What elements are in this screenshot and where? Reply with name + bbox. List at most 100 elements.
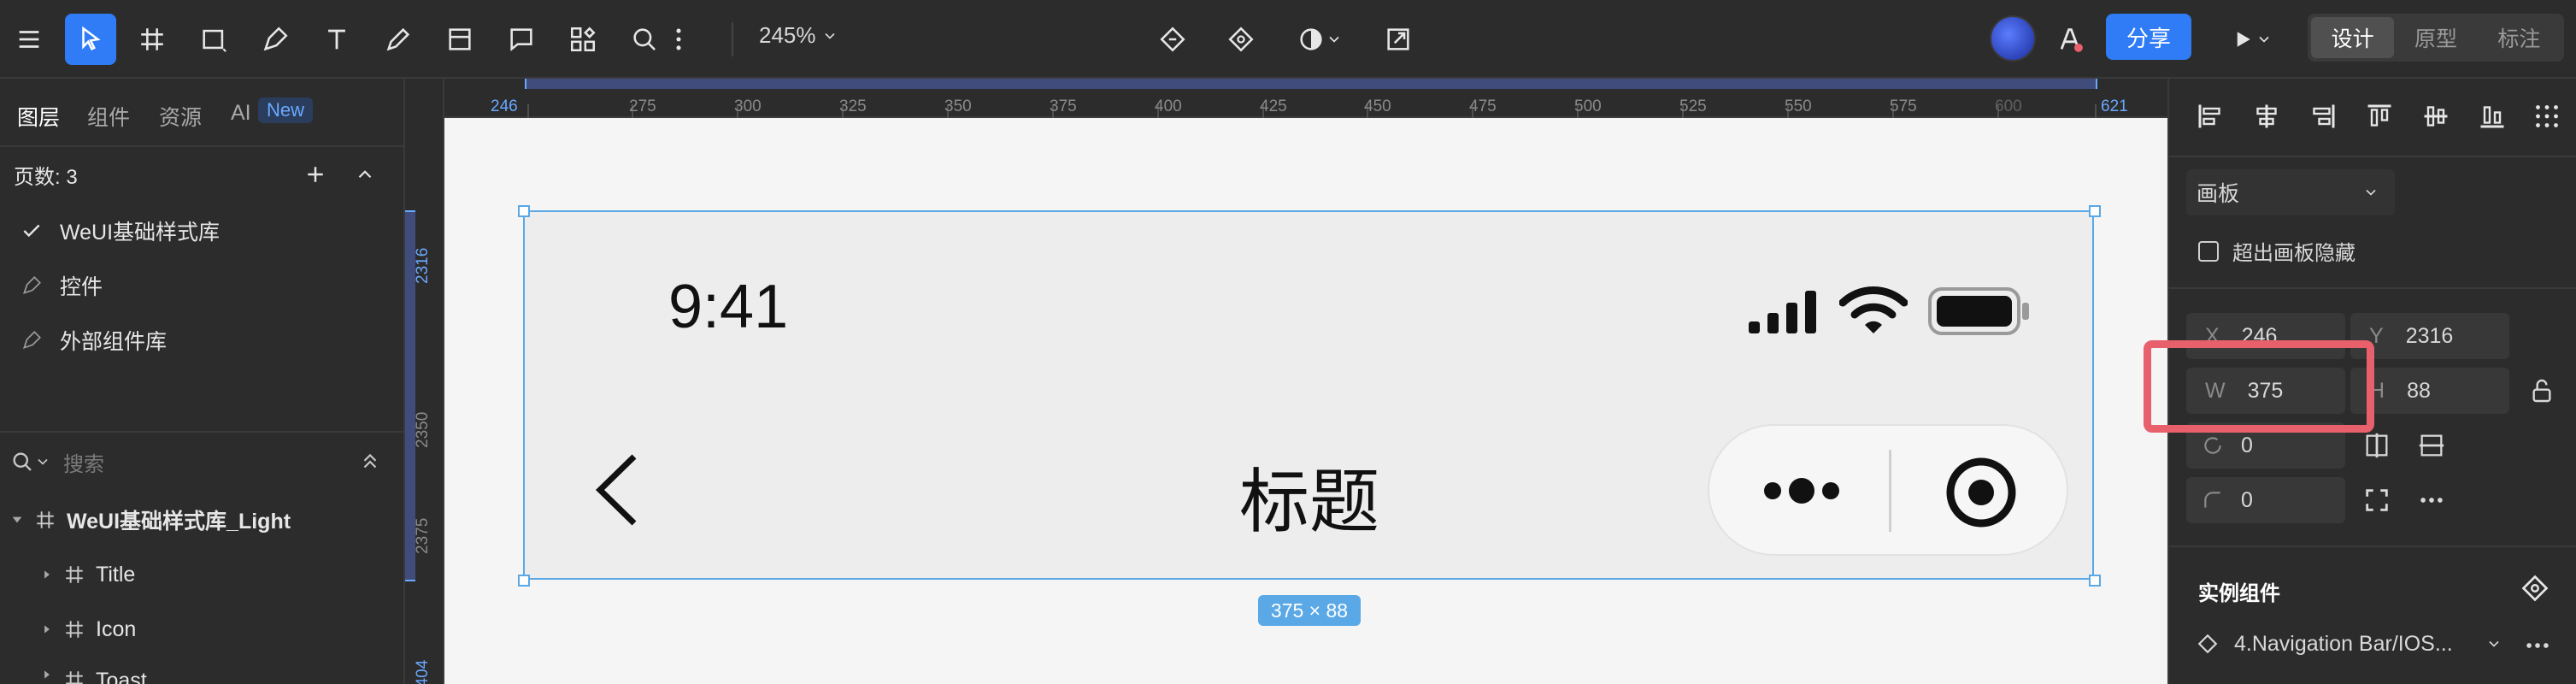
present-dropdown[interactable] [2217,14,2285,65]
align-center-vertical-icon[interactable] [2420,101,2451,132]
tab-ai[interactable]: AI [231,101,251,126]
instance-select[interactable]: 4.Navigation Bar/IOS... [2186,621,2511,667]
frame-tool-icon[interactable] [126,14,178,65]
page-item-label: WeUI基础样式库 [60,221,221,245]
ruler-label: 2316 [414,247,432,284]
move-tool-button[interactable] [65,14,116,65]
add-page-icon[interactable] [303,162,328,187]
page-item-external[interactable]: 外部组件库 [0,315,405,366]
resize-handle[interactable] [2089,575,2101,587]
tab-assets[interactable]: 资源 [159,101,202,132]
align-center-horizontal-icon[interactable] [2251,101,2282,132]
expand-arrow-icon[interactable] [10,513,24,527]
battery-icon [1928,287,2029,335]
resize-handle[interactable] [518,205,530,217]
layer-search-bar[interactable]: 搜索 [0,436,405,487]
ruler-label: 275 [629,97,656,115]
back-arrow-icon [595,454,637,526]
check-icon [23,224,40,238]
share-button[interactable]: 分享 [2106,14,2191,60]
text-tool-icon[interactable] [311,14,362,65]
design-canvas[interactable]: 9:41 标题 375 × 88 [444,118,2167,684]
divider [2169,545,2576,547]
lock-icon[interactable] [2528,376,2555,405]
collapse-all-icon[interactable] [359,451,381,473]
flip-vertical-icon[interactable] [2417,431,2446,460]
independent-corners-icon[interactable] [2362,486,2391,515]
more-icon[interactable] [663,14,694,65]
toolbar-divider [732,22,733,56]
clip-content-checkbox[interactable]: 超出画板隐藏 [2198,236,2355,266]
corner-radius-field[interactable]: 0 [2186,477,2345,523]
frame-type-select[interactable]: 画板 [2186,169,2395,215]
divider [0,431,405,433]
resize-handle[interactable] [518,575,530,587]
component-icon[interactable] [1215,14,1267,65]
signal-icon [1749,291,1816,333]
avatar[interactable] [1990,15,2036,62]
frame-icon [66,566,83,583]
navigation-bar-frame[interactable]: 9:41 标题 [523,210,2094,580]
ruler-label: 600 [1995,97,2022,115]
page-item-weui[interactable]: WeUI基础样式库 [0,205,405,256]
menu-icon[interactable] [3,14,55,65]
layer-label: WeUI基础样式库_Light [67,510,291,534]
layer-label: Toast [96,669,147,684]
collapsed-arrow-icon[interactable] [41,623,53,635]
chevron-down-icon [38,458,48,465]
align-bottom-icon[interactable] [2477,101,2508,132]
pen-tool-icon[interactable] [250,14,301,65]
frame-icon [66,621,83,638]
component-link-icon[interactable] [1147,14,1198,65]
mode-switch: 设计 原型 标注 [2308,14,2564,62]
distribute-icon[interactable] [2532,101,2562,132]
align-top-icon[interactable] [2364,101,2395,132]
tab-design[interactable]: 设计 [2311,17,2395,58]
checkbox-box[interactable] [2198,240,2219,262]
mask-dropdown[interactable] [1285,14,1354,65]
search-icon [13,452,32,471]
divider [0,145,405,147]
wifi-icon [1839,286,1908,333]
more-options-icon[interactable] [2417,486,2446,515]
top-toolbar: 245% 分享 设计 原型 标注 [0,0,2576,79]
tab-annotate[interactable]: 标注 [2478,17,2561,58]
frame-type-value: 画板 [2197,182,2240,206]
ruler-label: 300 [734,97,762,115]
tab-components[interactable]: 组件 [87,101,130,132]
instance-title: 实例组件 [2198,582,2280,605]
ruler-label: 246 [491,97,518,115]
comment-tool-icon[interactable] [496,14,547,65]
ai-assistant-icon[interactable] [2044,14,2096,65]
layer-root[interactable]: WeUI基础样式库_Light [0,494,405,545]
layer-item[interactable]: Icon [0,604,405,655]
ruler-label: 400 [1155,97,1182,115]
ruler-label: 500 [1574,97,1602,115]
component-icon[interactable] [2520,573,2550,604]
collapsed-arrow-icon[interactable] [41,569,53,581]
flip-horizontal-icon[interactable] [2362,431,2391,460]
resize-handle[interactable] [2089,205,2101,217]
pencil-tool-icon[interactable] [373,14,424,65]
tab-layers[interactable]: 图层 [17,101,60,132]
slice-tool-icon[interactable] [434,14,485,65]
layer-item[interactable]: Title [0,549,405,600]
align-left-icon[interactable] [2195,101,2226,132]
page-item-controls[interactable]: 控件 [0,260,405,311]
instance-more-icon[interactable] [2523,631,2552,660]
collapse-up-icon[interactable] [354,163,376,186]
collapsed-arrow-icon[interactable] [41,669,53,681]
horizontal-ruler: 246 275 300 325 350 375 400 425 450 475 … [405,79,2167,118]
tab-prototype[interactable]: 原型 [2394,17,2477,58]
plugins-icon[interactable] [557,14,609,65]
instance-diamond-icon [2197,634,2218,654]
layer-label: Icon [96,616,137,641]
search-icon[interactable] [619,14,670,65]
layer-item[interactable]: Toast [0,658,405,684]
rectangle-tool-icon[interactable] [188,14,239,65]
export-icon[interactable] [1373,14,1424,65]
page-item-label: 外部组件库 [60,330,168,354]
zoom-dropdown[interactable]: 245% [759,22,838,49]
align-right-icon[interactable] [2308,101,2338,132]
search-placeholder: 搜索 [63,452,104,476]
